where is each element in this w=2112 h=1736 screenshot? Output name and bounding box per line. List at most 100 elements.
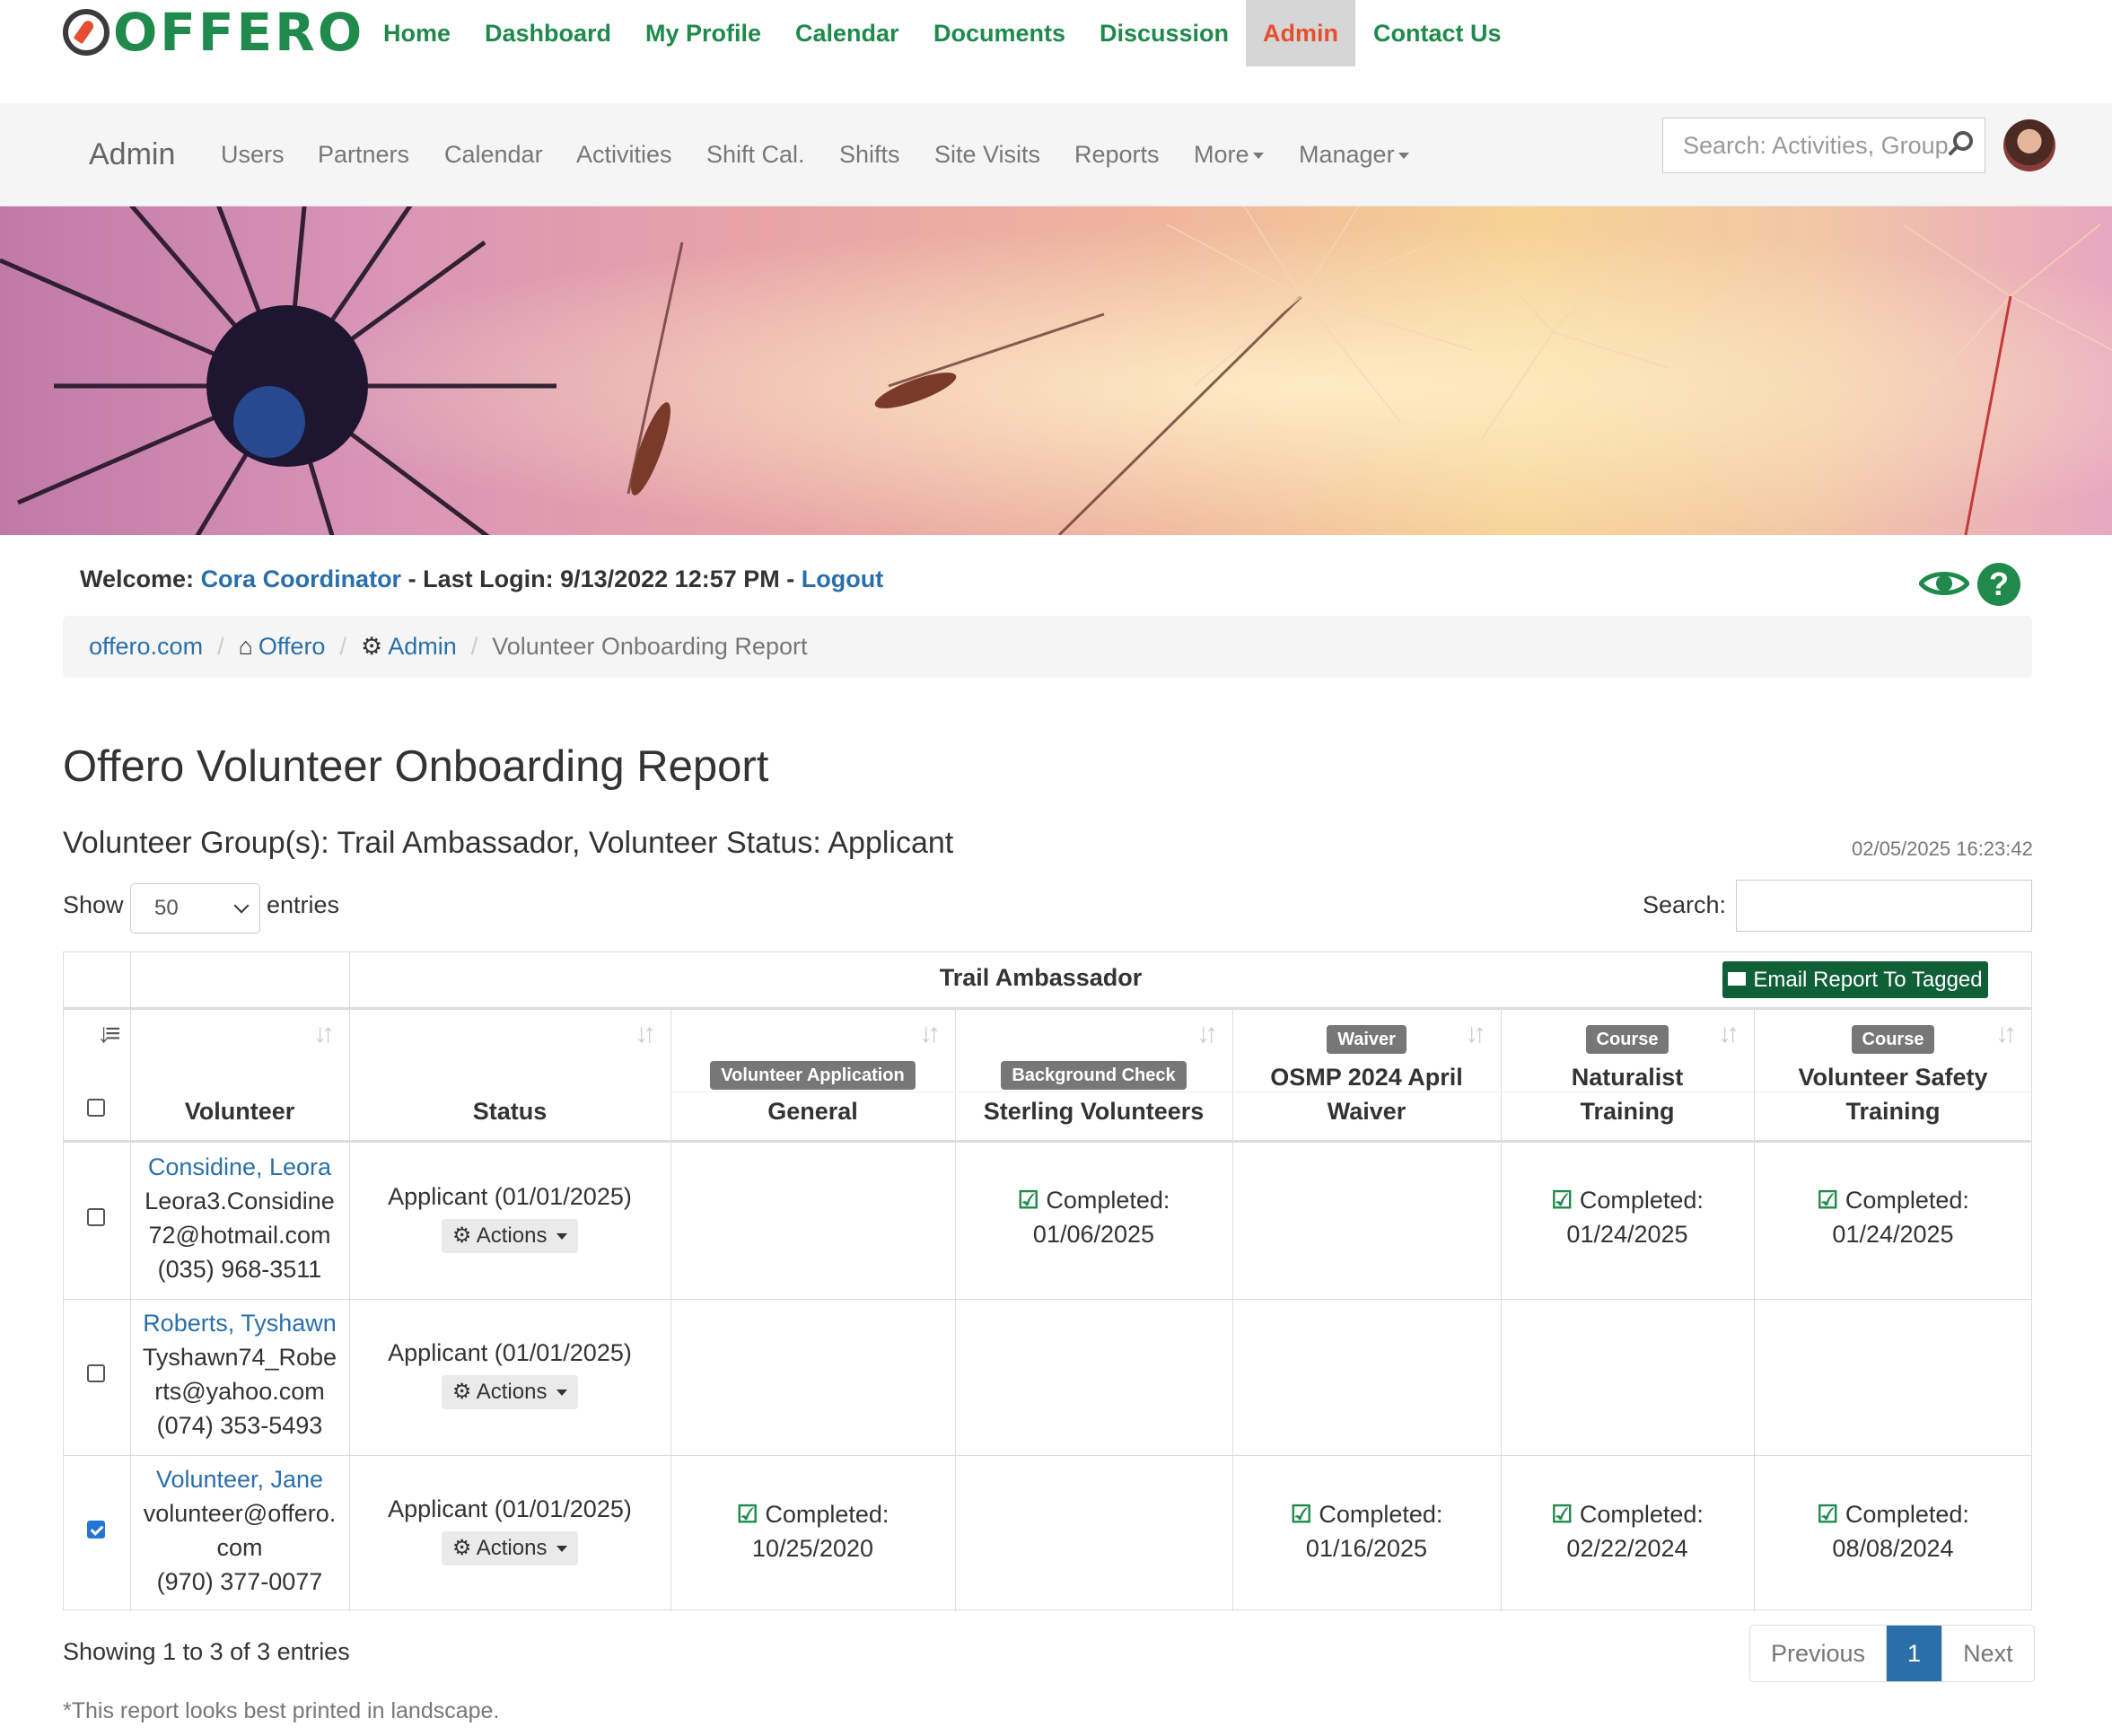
col-safety-title-1: Volunteer Safety [1798, 1064, 1988, 1091]
row-divider [64, 1007, 2031, 1010]
group-header: Trail Ambassador [939, 964, 1143, 991]
actions-dropdown[interactable]: ⚙ Actions [441, 1219, 579, 1253]
welcome-prefix: Welcome: [80, 566, 195, 592]
nav-calendar[interactable]: Calendar [778, 0, 916, 66]
check-square-icon: ☑ [736, 1501, 758, 1528]
col-osmp-badge-wrap: Waiver [1232, 1020, 1501, 1054]
volunteer-phone: (970) 377-0077 [156, 1568, 323, 1595]
row-checkbox[interactable] [87, 1364, 105, 1382]
sort-icon[interactable]: ↓↑ [1196, 1019, 1218, 1049]
search-icon[interactable] [1953, 131, 1973, 151]
table-search-input[interactable] [1736, 880, 2032, 932]
nav-home[interactable]: Home [366, 0, 468, 66]
nav-dashboard[interactable]: Dashboard [468, 0, 628, 66]
pagination-page-1[interactable]: 1 [1887, 1626, 1943, 1681]
actions-label: Actions [476, 1223, 548, 1248]
volunteer-cell: Considine, Leora Leora3.Considine 72@hot… [130, 1150, 349, 1286]
completed-label: Completed: [1046, 1187, 1170, 1214]
subnav-reports[interactable]: Reports [1074, 103, 1160, 206]
col-general[interactable]: General [670, 1094, 955, 1128]
subnav-site-visits[interactable]: Site Visits [934, 103, 1040, 206]
subnav-shifts[interactable]: Shifts [839, 103, 900, 206]
status-cell: Applicant (01/01/2025) ⚙ Actions [349, 1492, 670, 1565]
completion-date: 02/22/2024 [1566, 1535, 1688, 1562]
completion-cell: ☑ Completed: 08/08/2024 [1754, 1497, 2032, 1565]
col-naturalist-training[interactable]: Naturalist Training [1501, 1060, 1754, 1128]
completion-date: 01/16/2025 [1305, 1535, 1428, 1562]
breadcrumb-offero[interactable]: ⌂ Offero [239, 633, 326, 661]
sort-icon[interactable]: ↓↑ [919, 1019, 941, 1049]
subnav-manager-dropdown[interactable]: Manager [1299, 103, 1409, 206]
subnav-activities[interactable]: Activities [576, 103, 672, 206]
breadcrumb-offero-com[interactable]: offero.com [89, 633, 203, 661]
gear-icon: ⚙ [451, 1223, 472, 1248]
volunteer-name-link[interactable]: Considine, Leora [130, 1150, 349, 1184]
check-square-icon: ☑ [1817, 1187, 1839, 1214]
status-cell: Applicant (01/01/2025) ⚙ Actions [349, 1179, 670, 1253]
sort-icon[interactable]: ↓↑ [635, 1019, 656, 1049]
logout-link[interactable]: Logout [802, 566, 883, 592]
welcome-bar: Welcome: Cora Coordinator - Last Login: … [80, 566, 883, 593]
check-square-icon: ☑ [1551, 1187, 1573, 1214]
volunteer-name-link[interactable]: Roberts, Tyshawn [130, 1306, 349, 1340]
col-osmp-waiver[interactable]: OSMP 2024 April Waiver [1232, 1060, 1501, 1128]
col-volunteer[interactable]: Volunteer [130, 1094, 349, 1128]
eye-icon[interactable] [1919, 567, 1969, 600]
caret-down-icon [556, 1390, 568, 1397]
chevron-down-icon [233, 898, 250, 914]
col-status[interactable]: Status [349, 1094, 670, 1128]
current-user-link[interactable]: Cora Coordinator [201, 566, 402, 592]
sort-icon[interactable]: ↓↑ [313, 1019, 335, 1049]
report-timestamp: 02/05/2025 16:23:42 [1852, 837, 2033, 860]
global-search-input[interactable] [1662, 118, 1985, 173]
subnav-more-dropdown[interactable]: More [1194, 103, 1264, 206]
nav-discussion[interactable]: Discussion [1082, 0, 1246, 66]
compass-logo-icon [63, 9, 110, 56]
volunteer-email: Leora3.Considine [145, 1188, 335, 1214]
subnav-partners[interactable]: Partners [318, 103, 409, 206]
row-checkbox[interactable] [87, 1208, 105, 1226]
nav-admin[interactable]: Admin [1246, 0, 1355, 66]
avatar[interactable] [2003, 119, 2055, 171]
volunteer-cell: Volunteer, Jane volunteer@offero. com (9… [130, 1462, 349, 1599]
completed-label: Completed: [1319, 1501, 1443, 1528]
nav-contact-us[interactable]: Contact Us [1356, 0, 1519, 66]
subnav-brand[interactable]: Admin [89, 103, 175, 206]
actions-dropdown[interactable]: ⚙ Actions [441, 1531, 579, 1565]
completion-cell: ☑ Completed: 01/06/2025 [955, 1183, 1232, 1251]
subnav-shift-cal[interactable]: Shift Cal. [706, 103, 805, 206]
pagination-previous[interactable]: Previous [1750, 1626, 1888, 1681]
nav-documents[interactable]: Documents [916, 0, 1082, 66]
offero-logo[interactable]: OFFERO [63, 5, 364, 59]
help-icon[interactable]: ? [1977, 563, 2020, 606]
actions-dropdown[interactable]: ⚙ Actions [441, 1375, 579, 1409]
subnav-calendar[interactable]: Calendar [444, 103, 543, 206]
row-divider [64, 1455, 2031, 1456]
volunteer-email: 72@hotmail.com [148, 1222, 331, 1249]
envelope-icon [1728, 972, 1747, 986]
col-sterling-volunteers[interactable]: Sterling Volunteers [955, 1094, 1232, 1128]
completion-cell: ☑ Completed: 01/24/2025 [1501, 1183, 1754, 1251]
gear-icon: ⚙ [360, 633, 383, 660]
completed-label: Completed: [1579, 1187, 1704, 1214]
report-subtitle: Volunteer Group(s): Trail Ambassador, Vo… [63, 826, 954, 860]
col-naturalist-title-1: Naturalist [1571, 1064, 1684, 1091]
breadcrumb-admin-label: Admin [388, 633, 457, 660]
email-report-button[interactable]: Email Report To Tagged [1722, 961, 1988, 998]
subnav-users[interactable]: Users [221, 103, 285, 206]
sort-icon[interactable]: ↓≡ [97, 1019, 120, 1049]
select-all-checkbox[interactable] [87, 1099, 105, 1117]
col-volunteer-safety-training[interactable]: Volunteer Safety Training [1754, 1060, 2032, 1128]
row-checkbox[interactable] [87, 1521, 105, 1539]
check-square-icon: ☑ [1017, 1187, 1039, 1214]
col-sterling-badge-wrap: Background Check [955, 1056, 1232, 1090]
col-naturalist-badge-wrap: Course [1501, 1020, 1754, 1054]
table-info: Showing 1 to 3 of 3 entries [63, 1638, 350, 1665]
pagination-next[interactable]: Next [1942, 1626, 2034, 1681]
nav-my-profile[interactable]: My Profile [628, 0, 778, 66]
breadcrumb-admin[interactable]: ⚙ Admin [361, 633, 457, 661]
volunteer-phone: (074) 353-5493 [156, 1412, 323, 1439]
completion-cell: ☑ Completed: 10/25/2020 [670, 1497, 955, 1565]
volunteer-name-link[interactable]: Volunteer, Jane [130, 1462, 349, 1496]
entries-length-select[interactable]: 50 [130, 883, 260, 934]
